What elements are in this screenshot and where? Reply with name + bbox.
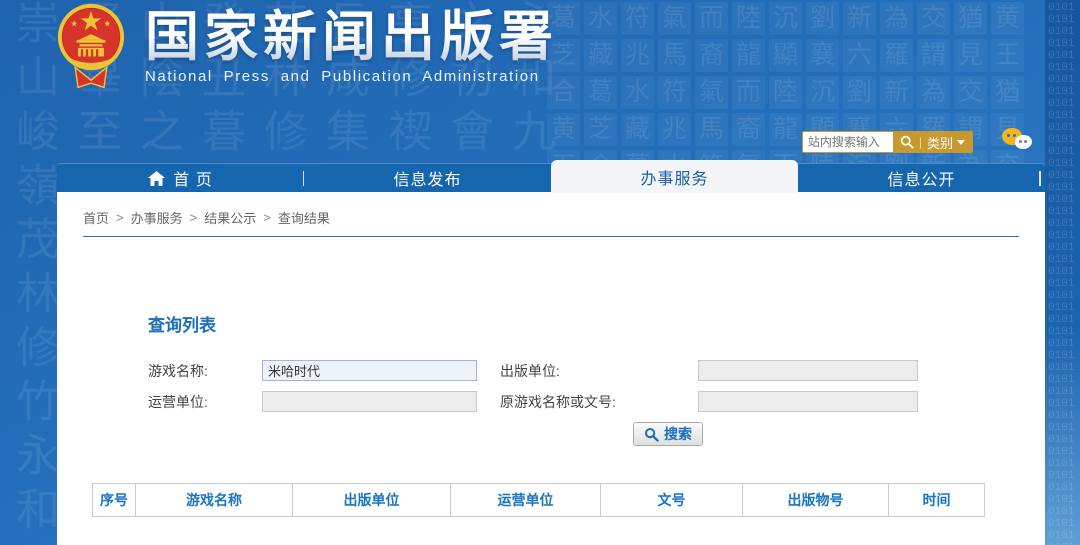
category-label: 类别 [926, 135, 953, 151]
search-button-label: 搜索 [664, 426, 692, 442]
site-search: | 类别 [801, 131, 973, 153]
table-header-row: 序号 游戏名称 出版单位 运营单位 文号 出版物号 时间 [92, 482, 985, 517]
game-name-label: 游戏名称: [148, 362, 208, 379]
nav-tab-info-disclosure[interactable]: 信息公开 [798, 164, 1045, 192]
operator-label: 运营单位: [148, 393, 208, 410]
table-header-publisher: 出版单位 [292, 482, 451, 517]
table-header-game-name: 游戏名称 [135, 482, 293, 517]
original-doc-input[interactable] [698, 391, 918, 412]
breadcrumb-separator: > [263, 210, 271, 225]
site-search-input[interactable] [802, 132, 893, 152]
search-divider: | [918, 135, 922, 149]
search-controls: | 类别 [893, 133, 972, 152]
site-subtitle: National Press and Publication Administr… [145, 68, 540, 85]
category-dropdown[interactable]: 类别 [927, 133, 965, 152]
table-header-index: 序号 [92, 482, 136, 517]
nav-tab-services[interactable]: 办事服务 [551, 160, 798, 193]
nav-tab-info-release-label: 信息发布 [393, 172, 462, 189]
game-name-input[interactable] [262, 360, 477, 381]
breadcrumb-separator: > [116, 210, 124, 225]
publisher-input[interactable] [698, 360, 918, 381]
breadcrumb: 首页 > 办事服务 > 结果公示 > 查询结果 [83, 208, 1019, 227]
wechat-icon[interactable] [1002, 128, 1036, 154]
breadcrumb-separator: > [189, 210, 198, 225]
search-icon[interactable] [900, 135, 914, 149]
button-row: 搜索 [633, 422, 1045, 447]
breadcrumb-underline [83, 236, 1019, 237]
site-titles: 国家新闻出版署 National Press and Publication A… [145, 2, 558, 85]
page-content: 首页 > 办事服务 > 结果公示 > 查询结果 查询列表 游戏名称: 出版单位:… [57, 192, 1045, 545]
results-table: 序号 游戏名称 出版单位 运营单位 文号 出版物号 时间 [92, 482, 985, 517]
nav-tab-services-label: 办事服务 [640, 170, 709, 188]
nav-tab-home-label: 首 页 [173, 172, 213, 189]
table-header-publication-number: 出版物号 [742, 482, 889, 517]
query-form: 游戏名称: 出版单位: 运营单位: 原游戏名称或文号: [148, 360, 1045, 412]
nav-tab-info-disclosure-label: 信息公开 [887, 172, 956, 189]
national-emblem-icon [57, 3, 125, 89]
section-title: 查询列表 [148, 316, 216, 335]
breadcrumb-item-home[interactable]: 首页 [83, 208, 109, 227]
publisher-label: 出版单位: [500, 362, 560, 379]
search-button[interactable]: 搜索 [633, 422, 703, 446]
nav-tab-info-release[interactable]: 信息发布 [304, 164, 551, 192]
table-header-doc-number: 文号 [600, 482, 743, 517]
site-title: 国家新闻出版署 [145, 7, 558, 67]
nav-tab-home[interactable]: 首 页 [57, 164, 304, 192]
breadcrumb-item-services[interactable]: 办事服务 [131, 208, 183, 227]
main-nav: 首 页 信息发布 办事服务 信息公开 [57, 160, 1045, 193]
site-logo-link[interactable]: 国家新闻出版署 National Press and Publication A… [55, 2, 558, 98]
home-icon [148, 170, 166, 186]
table-header-time: 时间 [888, 482, 985, 517]
chevron-down-icon [957, 139, 965, 145]
original-doc-label: 原游戏名称或文号: [500, 393, 616, 410]
table-header-operator: 运营单位 [450, 482, 601, 517]
search-icon [644, 427, 659, 442]
site-header: 国家新闻出版署 National Press and Publication A… [0, 0, 1080, 163]
breadcrumb-item-results-publicity[interactable]: 结果公示 [204, 208, 256, 227]
operator-input[interactable] [262, 391, 477, 412]
breadcrumb-item-current: 查询结果 [277, 211, 330, 226]
